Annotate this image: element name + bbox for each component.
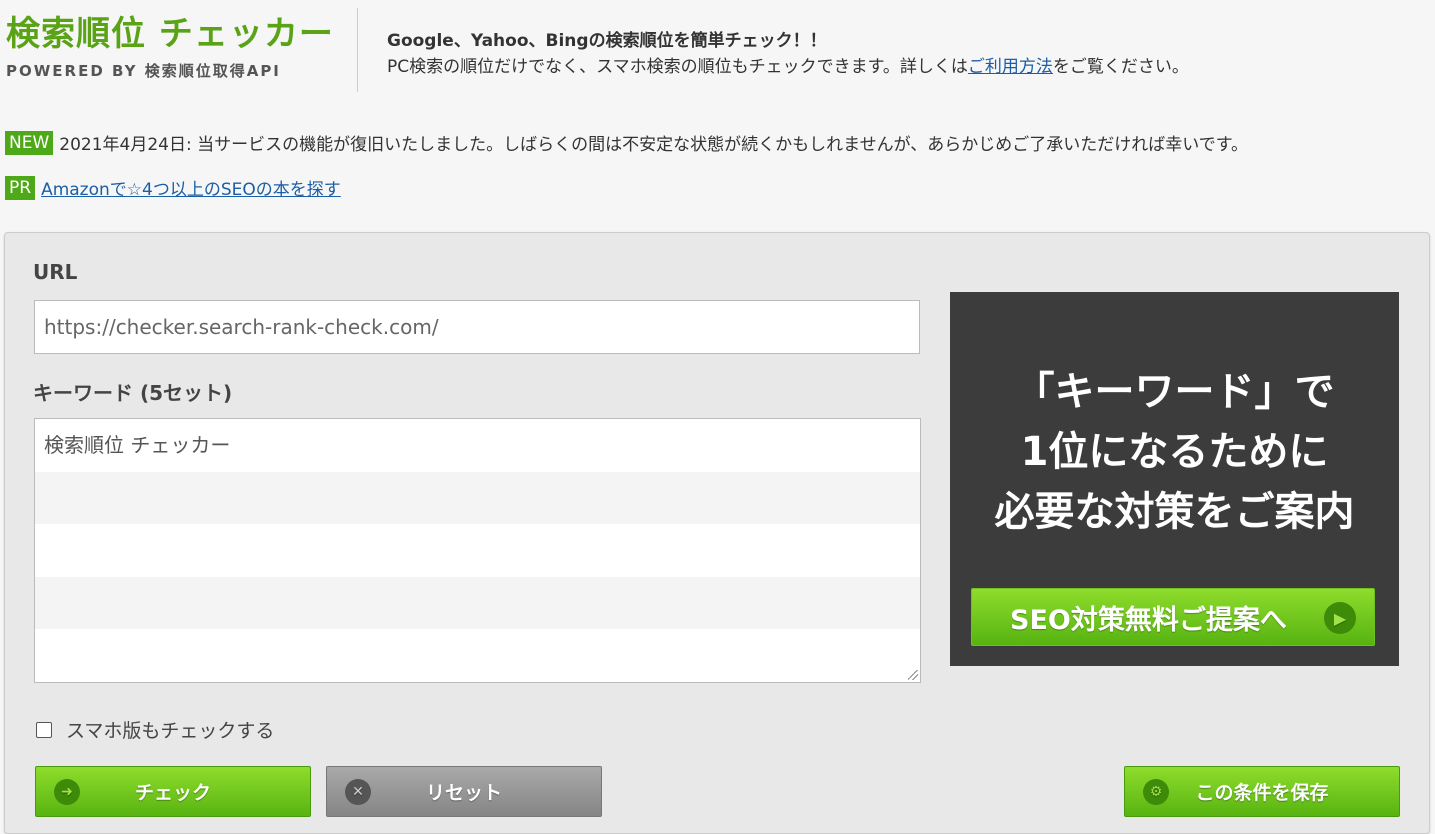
ad-line-3: 必要な対策をご案内 <box>994 489 1355 535</box>
smartphone-checkbox-label: スマホ版もチェックする <box>66 720 275 742</box>
ad-headline: 「キーワード」で 1位になるために 必要な対策をご案内 <box>950 362 1399 542</box>
new-badge: NEW <box>5 130 54 155</box>
ad-line-1: 「キーワード」で <box>1014 369 1335 415</box>
play-arrow-icon: ▶ <box>1324 602 1356 634</box>
tagline-text-end: をご覧ください。 <box>1052 57 1189 77</box>
seo-ad-banner[interactable]: 「キーワード」で 1位になるために 必要な対策をご案内 SEO対策無料ご提案へ … <box>950 292 1399 666</box>
logo-subtitle: POWERED BY 検索順位取得API <box>6 62 281 80</box>
url-input[interactable] <box>34 300 920 354</box>
keyword-line <box>35 524 920 577</box>
news-notice: NEW 2021年4月24日: 当サービスの機能が復旧いたしました。しばらくの間… <box>5 130 1248 155</box>
pr-badge: PR <box>5 175 36 200</box>
news-text: 2021年4月24日: 当サービスの機能が復旧いたしました。しばらくの間は不安定… <box>59 135 1249 155</box>
keyword-label: キーワード (5セット) <box>33 381 233 405</box>
pr-notice: PR Amazonで☆4つ以上のSEOの本を探す <box>5 175 341 200</box>
smartphone-check-option[interactable]: スマホ版もチェックする <box>36 716 274 743</box>
save-button-label: この条件を保存 <box>1195 782 1329 804</box>
reset-button-label: リセット <box>425 782 502 804</box>
header-divider <box>357 8 358 92</box>
usage-link[interactable]: ご利用方法 <box>968 57 1053 77</box>
save-conditions-button[interactable]: ⚙ この条件を保存 <box>1124 766 1400 817</box>
tagline-headline: Google、Yahoo、Bingの検索順位を簡単チェック！！ <box>387 31 827 51</box>
keyword-line: 検索順位 チェッカー <box>35 419 920 472</box>
logo-title: 検索順位 チェッカー <box>6 14 334 54</box>
keyword-textarea[interactable]: 検索順位 チェッカー <box>34 418 921 683</box>
check-button-label: チェック <box>134 782 211 804</box>
tagline-description: PC検索の順位だけでなく、スマホ検索の順位もチェックできます。詳しくはご利用方法… <box>387 54 1189 80</box>
search-form-panel: URL キーワード (5セット) 検索順位 チェッカー スマホ版もチェックする … <box>4 232 1430 834</box>
tagline-text: PC検索の順位だけでなく、スマホ検索の順位もチェックできます。詳しくは <box>387 57 968 77</box>
resize-handle-icon[interactable] <box>908 670 918 680</box>
keyword-line <box>35 471 920 525</box>
keyword-line <box>35 629 920 682</box>
amazon-seo-books-link[interactable]: Amazonで☆4つ以上のSEOの本を探す <box>41 175 341 200</box>
check-button[interactable]: ➜ チェック <box>35 766 311 817</box>
keyword-line <box>35 576 920 630</box>
header-tagline: Google、Yahoo、Bingの検索順位を簡単チェック！！ PC検索の順位だ… <box>387 28 1189 80</box>
url-label: URL <box>33 260 78 284</box>
smartphone-checkbox[interactable] <box>36 721 52 738</box>
seo-proposal-button[interactable]: SEO対策無料ご提案へ ▶ <box>971 588 1375 646</box>
reset-button[interactable]: ✕ リセット <box>326 766 602 817</box>
site-logo[interactable]: 検索順位 チェッカー POWERED BY 検索順位取得API <box>6 14 336 81</box>
seo-proposal-label: SEO対策無料ご提案へ <box>1010 604 1287 636</box>
ad-line-2: 1位になるために <box>1020 429 1329 475</box>
